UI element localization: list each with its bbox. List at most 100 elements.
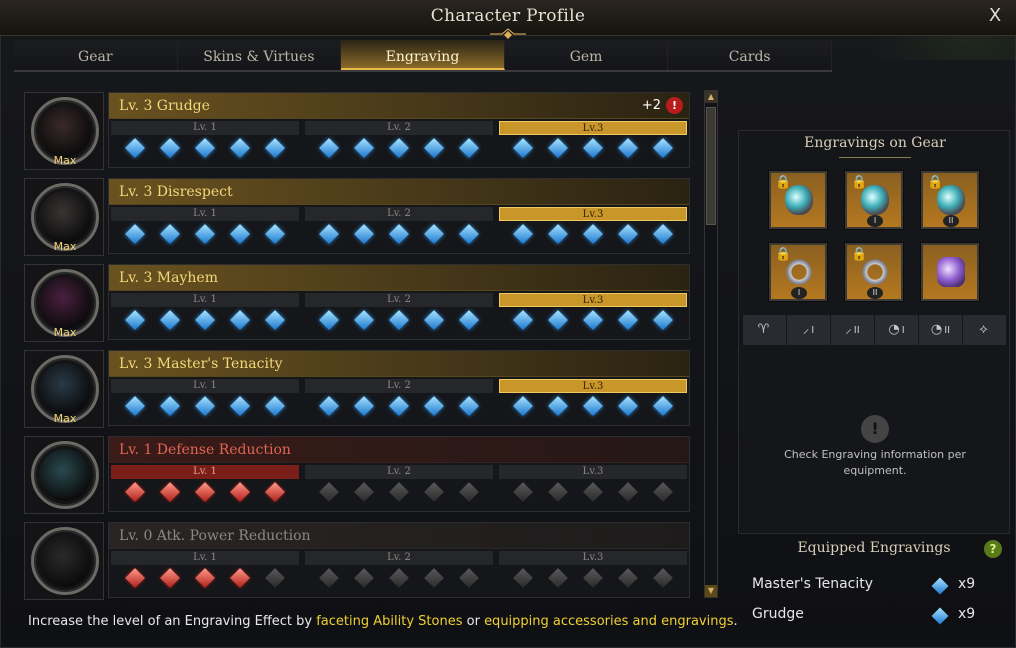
gem-icon [459, 224, 480, 244]
scroll-down-icon[interactable]: ▼ [705, 585, 717, 597]
earring-slot[interactable]: 🔒 I [845, 171, 903, 229]
tab-gem[interactable]: Gem [504, 40, 669, 70]
gem-icon [195, 138, 215, 158]
engraving-name-text: Lv. 1 Defense Reduction [119, 442, 291, 458]
info-icon: ! [861, 415, 889, 443]
close-button[interactable]: X [984, 4, 1006, 28]
gem-icon [230, 310, 251, 330]
gem-row [499, 565, 687, 588]
earring-slot-icon[interactable]: ⸝ II [831, 315, 875, 345]
footer-text: Increase the level of an Engraving Effec… [28, 614, 317, 629]
ring-slot-icon[interactable]: ◔ I [875, 315, 919, 345]
engraving-name-text: Lv. 3 Master's Tenacity [119, 356, 283, 372]
level-block: Lv. 2 [305, 465, 493, 509]
level-block: Lv.3 [499, 121, 687, 165]
gem-icon [547, 568, 568, 588]
gem-row [305, 307, 493, 330]
gem-icon [512, 310, 533, 330]
slot-numeral: II [867, 287, 883, 299]
equipped-engraving-name: Grudge [752, 606, 804, 622]
engraving-body: Lv. 3 Master's Tenacity Lv. 1 Lv. 2 Lv.3 [108, 350, 690, 426]
tab-engraving[interactable]: Engraving [341, 40, 505, 70]
gem-icon [265, 138, 286, 158]
ring-slot[interactable]: 🔒 II [845, 243, 903, 301]
tab-cards[interactable]: Cards [668, 40, 832, 70]
gem-icon [230, 568, 251, 588]
engraving-row[interactable]: Max Lv. 3 Disrespect Lv. 1 Lv. 2 Lv.3 [24, 176, 692, 256]
gem-icon [653, 568, 674, 588]
equipped-engraving-name: Master's Tenacity [752, 576, 874, 592]
engraving-portrait: Max [24, 264, 104, 342]
tab-bar: Gear Skins & Virtues Engraving Gem Cards [14, 40, 832, 72]
alert-icon[interactable]: ! [666, 97, 683, 114]
engravings-on-gear-panel: Engravings on Gear 🔒 🔒 I 🔒 II 🔒 I 🔒 II ♈ ⸝ I ⸝ II ◔ I ◔… [738, 130, 1010, 534]
earring-slot-icon[interactable]: ⸝ I [787, 315, 831, 345]
gem-icon [195, 310, 215, 330]
ability-stone-slot[interactable] [921, 243, 979, 301]
ring-slot-icon: ◔ [888, 322, 900, 337]
equipped-engraving-row[interactable]: Grudge x9 [752, 606, 992, 628]
necklace-slot-icon[interactable]: ♈ [743, 315, 787, 345]
scroll-up-icon[interactable]: ▲ [705, 91, 717, 103]
slot-numeral: I [811, 325, 815, 336]
gem-icon [618, 568, 639, 588]
ring-slot-icon[interactable]: ◔ II [919, 315, 963, 345]
level-block: Lv. 1 [111, 465, 299, 509]
engraving-body: Lv. 1 Defense Reduction Lv. 1 Lv. 2 Lv.3 [108, 436, 690, 512]
window-title: Character Profile [430, 6, 586, 26]
engraving-row[interactable]: Lv. 0 Atk. Power Reduction Lv. 1 Lv. 2 L… [24, 520, 692, 600]
gem-icon [124, 138, 145, 158]
gem-icon [318, 482, 339, 502]
gear-panel-title: Engravings on Gear [804, 135, 946, 151]
tab-skins-virtues[interactable]: Skins & Virtues [177, 40, 342, 70]
level-block: Lv. 1 [111, 551, 299, 595]
necklace-slot[interactable]: 🔒 [769, 171, 827, 229]
engraving-name: Lv. 3 Mayhem [109, 265, 689, 291]
help-icon[interactable]: ? [984, 540, 1002, 558]
level-block: Lv. 1 [111, 379, 299, 423]
level-block: Lv. 1 [111, 121, 299, 165]
ring-slot[interactable]: 🔒 I [769, 243, 827, 301]
engraving-row[interactable]: Max Lv. 3 Mayhem Lv. 1 Lv. 2 Lv.3 [24, 262, 692, 342]
equipped-engravings-title: Equipped Engravings [797, 540, 951, 556]
equipped-engraving-count: x9 [958, 606, 976, 622]
gem-icon [195, 396, 215, 416]
scroll-thumb[interactable] [706, 107, 716, 225]
level-block: Lv. 2 [305, 207, 493, 251]
engraving-row[interactable]: Max Lv. 3 Grudge +2 ! Lv. 1 Lv. 2 Lv.3 [24, 90, 692, 170]
gem-row [499, 307, 687, 330]
gem-icon [618, 482, 639, 502]
lock-icon: 🔒 [927, 175, 944, 190]
earring-slot[interactable]: 🔒 II [921, 171, 979, 229]
level-block: Lv. 2 [305, 551, 493, 595]
gem-icon [265, 568, 286, 588]
gem-row [499, 479, 687, 502]
stone-slot-icon[interactable]: ⟡ [963, 315, 1007, 345]
gem-icon [547, 138, 568, 158]
gem-icon [512, 138, 533, 158]
equipped-engraving-row[interactable]: Master's Tenacity x9 [752, 576, 992, 598]
gem-icon [424, 224, 445, 244]
engraving-name: Lv. 3 Disrespect [109, 179, 689, 205]
faceting-link[interactable]: faceting Ability Stones [316, 614, 462, 629]
gem-icon [583, 310, 603, 330]
level-label: Lv. 1 [111, 465, 299, 479]
ability-stone-icon [937, 257, 965, 287]
equipping-link[interactable]: equipping accessories and engravings [484, 614, 733, 629]
gem-row [305, 221, 493, 244]
engraving-name-text: Lv. 0 Atk. Power Reduction [119, 528, 311, 544]
engraving-row[interactable]: Lv. 1 Defense Reduction Lv. 1 Lv. 2 Lv.3 [24, 434, 692, 514]
earring-slot-icon: ⸝ [802, 322, 810, 337]
tab-gear[interactable]: Gear [14, 40, 178, 70]
engraving-row[interactable]: Max Lv. 3 Master's Tenacity Lv. 1 Lv. 2 … [24, 348, 692, 428]
level-block: Lv.3 [499, 379, 687, 423]
gem-icon [318, 224, 339, 244]
level-block: Lv.3 [499, 207, 687, 251]
gem-icon [389, 310, 409, 330]
equipped-engraving-count: x9 [958, 576, 976, 592]
necklace-slot-icon: ♈ [757, 322, 770, 337]
scrollbar[interactable]: ▲ ▼ [704, 90, 718, 598]
engraving-body: Lv. 3 Disrespect Lv. 1 Lv. 2 Lv.3 [108, 178, 690, 254]
gem-row [305, 135, 493, 158]
gem-row [305, 565, 493, 588]
